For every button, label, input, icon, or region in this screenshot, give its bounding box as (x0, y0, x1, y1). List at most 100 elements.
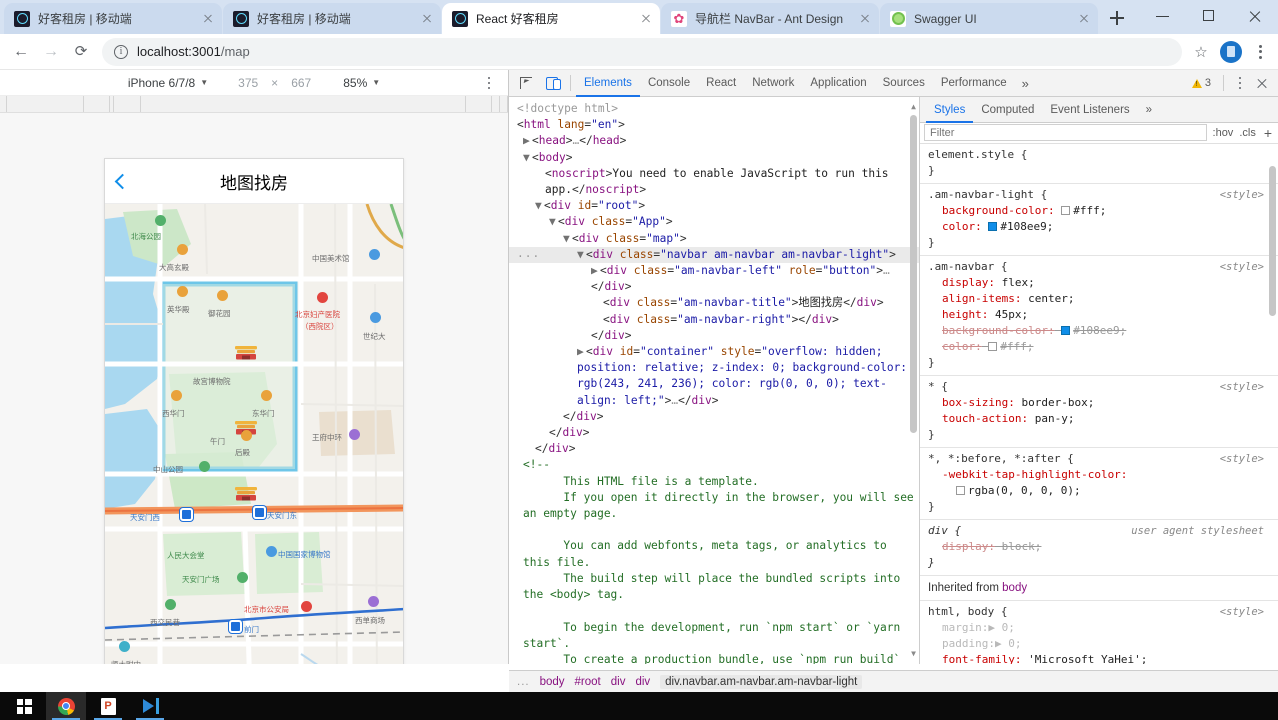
new-tab-button[interactable] (1103, 4, 1131, 32)
rule-source[interactable]: <style> (1220, 451, 1264, 467)
tab-sources[interactable]: Sources (875, 70, 933, 97)
breadcrumb-item[interactable]: #root (575, 676, 601, 688)
tab-close-icon[interactable] (419, 11, 435, 27)
style-rule[interactable]: <style> *, *:before, *:after { -webkit-t… (920, 448, 1278, 520)
breadcrumb-overflow[interactable]: ... (517, 676, 530, 688)
dom-line[interactable]: ▼ <div class="map"> (509, 231, 919, 247)
address-bar[interactable]: i localhost:3001/map (102, 37, 1182, 66)
browser-tab[interactable]: 好客租房 | 移动端 (4, 3, 222, 34)
declaration-value-wrap[interactable]: rgba(0, 0, 0, 0); (928, 483, 1270, 499)
declaration[interactable]: align-items: center; (928, 291, 1270, 307)
map-poi-pin[interactable] (155, 215, 166, 226)
dom-tree[interactable]: <!doctype html> <html lang="en"> ▶ <head>… (509, 97, 920, 664)
style-rule[interactable]: element.style { } (920, 144, 1278, 184)
tab-close-icon[interactable] (857, 11, 873, 27)
tab-performance[interactable]: Performance (933, 70, 1015, 97)
rule-source[interactable]: <style> (1220, 379, 1264, 395)
dom-line[interactable]: </div> (509, 441, 919, 457)
map-poi-pin[interactable] (369, 249, 380, 260)
navbar-back-button[interactable] (114, 173, 157, 189)
declaration[interactable]: box-sizing: border-box; (928, 395, 1270, 411)
color-swatch[interactable] (956, 485, 965, 495)
dom-line[interactable]: ▼ <div class="App"> (509, 214, 919, 230)
hov-toggle[interactable]: :hov (1213, 127, 1234, 139)
tab-close-icon[interactable] (638, 11, 654, 27)
map-poi-pin[interactable] (301, 601, 312, 612)
map-poi-pin[interactable] (165, 599, 176, 610)
color-swatch[interactable] (1061, 325, 1071, 335)
map-poi-pin[interactable] (349, 429, 360, 440)
chrome-menu-icon[interactable] (1248, 39, 1272, 65)
style-rule-inherited[interactable]: <style> html, body { margin:▶ 0; padding… (920, 601, 1278, 664)
map-poi-pin[interactable] (177, 244, 188, 255)
rule-source[interactable]: <style> (1220, 187, 1264, 203)
map-poi-pin[interactable] (261, 390, 272, 401)
dom-line[interactable]: </div> (509, 409, 919, 425)
vscode-taskbar-item[interactable] (130, 692, 170, 720)
device-height-input[interactable]: 667 (291, 76, 311, 90)
tab-styles[interactable]: Styles (926, 97, 973, 123)
style-rule[interactable]: <style> * { box-sizing: border-box; touc… (920, 376, 1278, 448)
tab-application[interactable]: Application (802, 70, 874, 97)
map-poi-pin[interactable] (253, 506, 266, 519)
declaration-overridden[interactable]: background-color: #108ee9; (928, 323, 1270, 339)
devtools-menu-icon[interactable] (1231, 71, 1249, 95)
device-selector[interactable]: iPhone 6/7/8 ▼ (128, 76, 208, 90)
profile-avatar[interactable] (1220, 40, 1242, 63)
map-poi-pin[interactable] (317, 292, 328, 303)
more-tabs-icon[interactable]: » (1015, 70, 1036, 97)
styles-more-tabs-icon[interactable]: » (1138, 97, 1160, 123)
rule-source[interactable]: <style> (1220, 259, 1264, 275)
declaration[interactable]: background-color: #fff; (928, 203, 1270, 219)
style-rule-useragent[interactable]: user agent stylesheet div { display: blo… (920, 520, 1278, 576)
map-poi-pin[interactable] (370, 312, 381, 323)
map-poi-pin[interactable] (229, 620, 242, 633)
device-zoom-selector[interactable]: 85% ▼ (343, 76, 380, 90)
map-poi-pin[interactable] (180, 508, 193, 521)
styles-scrollbar[interactable] (1268, 144, 1277, 664)
dom-line[interactable]: <!doctype html> (509, 101, 919, 117)
window-maximize-button[interactable] (1186, 0, 1232, 32)
dom-line[interactable]: <div class="am-navbar-title">地图找房</div> (509, 295, 919, 311)
color-swatch[interactable] (988, 341, 998, 351)
dom-line[interactable]: </div> (509, 328, 919, 344)
declaration-overridden[interactable]: display: block; (928, 539, 1270, 555)
dom-line[interactable]: <html lang="en"> (509, 117, 919, 133)
expand-icon[interactable]: ▶ (995, 637, 1002, 650)
back-button[interactable]: ← (6, 37, 36, 67)
tab-close-icon[interactable] (200, 11, 216, 27)
dom-tree-scrollbar[interactable]: ▲ ▼ (909, 99, 918, 662)
tab-close-icon[interactable] (1076, 11, 1092, 27)
window-close-button[interactable] (1232, 0, 1278, 32)
breadcrumb-item[interactable]: div (611, 676, 626, 688)
inspect-element-icon[interactable] (513, 70, 539, 96)
tab-react[interactable]: React (698, 70, 744, 97)
styles-filter-input[interactable] (924, 124, 1207, 142)
declaration[interactable]: -webkit-tap-highlight-color: (928, 467, 1270, 483)
tab-network[interactable]: Network (744, 70, 802, 97)
tab-event-listeners[interactable]: Event Listeners (1042, 97, 1137, 123)
map-poi-pin[interactable] (237, 572, 248, 583)
map-poi-pin[interactable] (241, 430, 252, 441)
map-poi-pin[interactable] (266, 546, 277, 557)
dom-line-selected[interactable]: ▼<div class="navbar am-navbar am-navbar-… (509, 246, 919, 264)
toggle-device-toolbar-icon[interactable] (539, 70, 565, 96)
declaration[interactable]: padding:▶ 0; (928, 636, 1270, 652)
map-poi-pin[interactable] (119, 641, 130, 652)
map-poi-pin[interactable] (171, 390, 182, 401)
map-poi-pin[interactable] (177, 286, 188, 297)
warning-badge[interactable]: 3 (1191, 77, 1216, 89)
map-poi-pin[interactable] (217, 290, 228, 301)
map-poi-pin[interactable] (368, 596, 379, 607)
declaration[interactable]: margin:▶ 0; (928, 620, 1270, 636)
device-more-options-icon[interactable] (480, 73, 498, 93)
style-rule[interactable]: <style> .am-navbar-light { background-co… (920, 184, 1278, 256)
cls-toggle[interactable]: .cls (1239, 127, 1256, 139)
dom-line[interactable]: <div class="am-navbar-right"></div> (509, 312, 919, 328)
breadcrumb-item[interactable]: div (635, 676, 650, 688)
devtools-close-icon[interactable] (1251, 71, 1273, 95)
declaration[interactable]: color: #108ee9; (928, 219, 1270, 235)
window-minimize-button[interactable] (1140, 0, 1186, 32)
browser-tab-active[interactable]: React 好客租房 (442, 3, 660, 34)
forward-button[interactable]: → (36, 37, 66, 67)
